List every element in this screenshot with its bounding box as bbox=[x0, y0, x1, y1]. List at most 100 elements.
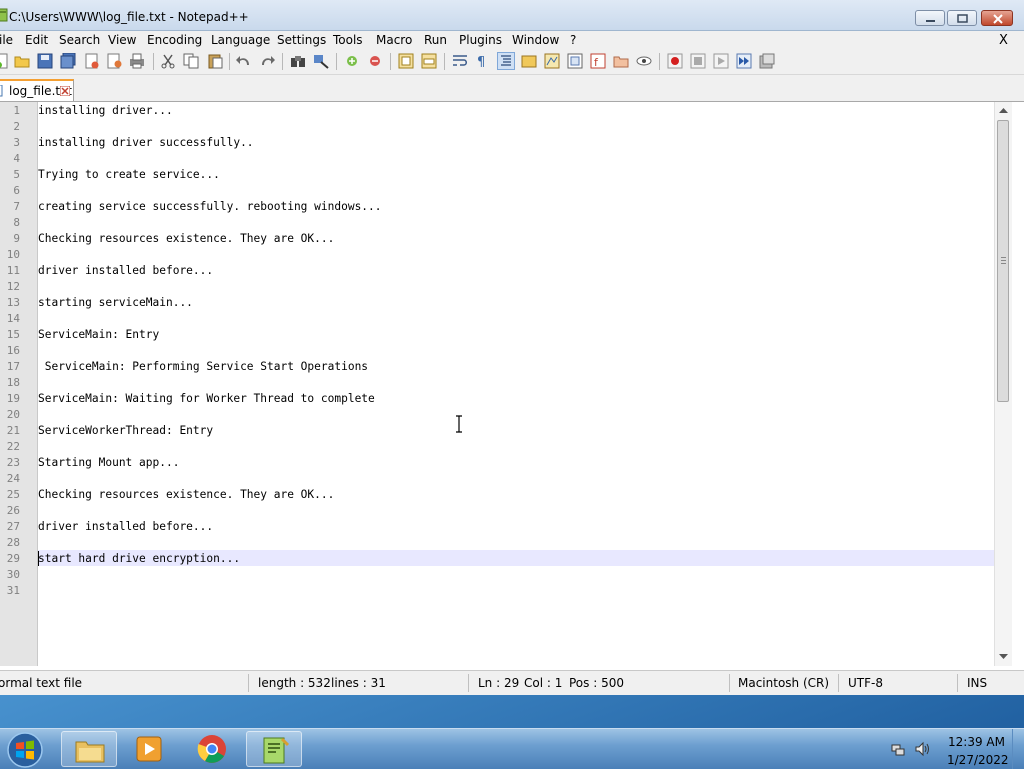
code-line[interactable]: ServiceWorkerThread: Entry bbox=[38, 423, 213, 439]
run-macro-multiple-icon[interactable] bbox=[736, 53, 752, 69]
code-line[interactable]: ServiceMain: Entry bbox=[38, 327, 159, 343]
code-line[interactable]: start hard drive encryption... bbox=[38, 551, 240, 567]
menu-language[interactable]: Language bbox=[211, 33, 270, 47]
close-file-icon[interactable] bbox=[84, 53, 100, 69]
print-icon[interactable] bbox=[129, 53, 145, 69]
indent-guide-icon[interactable] bbox=[497, 52, 515, 70]
menu-help[interactable]: ? bbox=[570, 33, 576, 47]
code-line[interactable]: Starting Mount app... bbox=[38, 455, 179, 471]
ibeam-cursor-icon bbox=[456, 415, 462, 433]
user-language-icon[interactable] bbox=[521, 53, 537, 69]
taskbar-chrome[interactable] bbox=[184, 731, 240, 767]
zoom-out-icon[interactable] bbox=[367, 53, 383, 69]
explorer-icon bbox=[75, 741, 105, 763]
line-number-gutter: 1 2 3 4 5 6 7 8 9 10 11 12 13 14 15 16 17 18 19 20 21 22 23 24 2… bbox=[0, 102, 38, 666]
menu-encoding[interactable]: Encoding bbox=[147, 33, 202, 47]
code-line[interactable]: Checking resources existence. They are O… bbox=[38, 231, 334, 247]
network-icon[interactable] bbox=[890, 741, 906, 757]
play-macro-icon[interactable] bbox=[713, 53, 729, 69]
line-number: 19 bbox=[6, 392, 20, 405]
folder-icon[interactable] bbox=[613, 53, 629, 69]
replace-icon[interactable] bbox=[313, 53, 329, 69]
paste-icon[interactable] bbox=[207, 53, 223, 69]
menu-window[interactable]: Window bbox=[512, 33, 559, 47]
line-number: 14 bbox=[6, 312, 20, 325]
line-number: 30 bbox=[6, 568, 20, 581]
code-line[interactable]: driver installed before... bbox=[38, 263, 213, 279]
toolbar-separator bbox=[336, 53, 337, 70]
monitoring-eye-icon[interactable] bbox=[636, 53, 652, 69]
scrollbar-thumb[interactable] bbox=[997, 120, 1009, 402]
menu-view[interactable]: View bbox=[108, 33, 136, 47]
start-button-icon[interactable] bbox=[6, 731, 44, 769]
status-bar: ormal text file length : 532 lines : 31 … bbox=[0, 670, 1024, 695]
minimize-icon bbox=[926, 20, 935, 22]
undo-icon[interactable] bbox=[236, 53, 252, 69]
code-line[interactable]: installing driver successfully.. bbox=[38, 135, 254, 151]
thumb-grip bbox=[1001, 263, 1006, 264]
close-button[interactable] bbox=[981, 10, 1013, 26]
chrome-icon bbox=[197, 735, 226, 763]
close-document-x[interactable]: X bbox=[999, 33, 1008, 48]
scroll-up-icon[interactable] bbox=[999, 107, 1008, 113]
save-macro-icon[interactable] bbox=[759, 53, 775, 69]
editor-area[interactable]: 1 2 3 4 5 6 7 8 9 10 11 12 13 14 15 16 17 18 19 20 21 22 23 24 2… bbox=[0, 102, 994, 666]
stop-macro-icon[interactable] bbox=[690, 53, 706, 69]
code-line[interactable]: Trying to create service... bbox=[38, 167, 220, 183]
save-all-icon[interactable] bbox=[60, 53, 76, 69]
zoom-in-icon[interactable] bbox=[344, 53, 360, 69]
menu-search[interactable]: Search bbox=[59, 33, 100, 47]
clock-time[interactable]: 12:39 AM bbox=[948, 735, 1005, 749]
close-all-icon[interactable] bbox=[107, 53, 123, 69]
code-line[interactable]: ServiceMain: Waiting for Worker Thread t… bbox=[38, 391, 375, 407]
folder-workspace-icon[interactable]: f bbox=[590, 53, 606, 69]
line-number: 24 bbox=[6, 472, 20, 485]
find-icon[interactable] bbox=[290, 53, 306, 69]
save-icon[interactable] bbox=[37, 53, 53, 69]
tab-bar: log_file.txt bbox=[0, 75, 1024, 102]
code-line[interactable]: Checking resources existence. They are O… bbox=[38, 487, 334, 503]
tab-log-file[interactable]: log_file.txt bbox=[0, 79, 74, 101]
cut-icon[interactable] bbox=[160, 53, 176, 69]
clock-date[interactable]: 1/27/2022 bbox=[947, 753, 1009, 767]
menu-edit[interactable]: Edit bbox=[25, 33, 48, 47]
menu-tools[interactable]: Tools bbox=[333, 33, 363, 47]
line-number: 16 bbox=[6, 344, 20, 357]
menu-run[interactable]: Run bbox=[424, 33, 447, 47]
taskbar-notepadpp[interactable] bbox=[246, 731, 302, 767]
code-line[interactable]: driver installed before... bbox=[38, 519, 213, 535]
taskbar-explorer[interactable] bbox=[61, 731, 117, 767]
record-macro-icon[interactable] bbox=[667, 53, 683, 69]
menu-file[interactable]: ile bbox=[0, 33, 13, 47]
menu-macro[interactable]: Macro bbox=[376, 33, 412, 47]
volume-icon[interactable] bbox=[914, 741, 930, 757]
code-line[interactable]: starting serviceMain... bbox=[38, 295, 193, 311]
word-wrap-icon[interactable] bbox=[452, 53, 468, 69]
line-number: 15 bbox=[6, 328, 20, 341]
sync-vertical-icon[interactable] bbox=[398, 53, 414, 69]
taskbar-media-player[interactable] bbox=[121, 731, 177, 767]
window-title: C:\Users\WWW\log_file.txt - Notepad++ bbox=[9, 10, 249, 24]
tab-close-icon[interactable] bbox=[60, 86, 70, 96]
redo-icon[interactable] bbox=[259, 53, 275, 69]
show-all-characters-icon[interactable]: ¶ bbox=[474, 53, 490, 69]
menu-plugins[interactable]: Plugins bbox=[459, 33, 502, 47]
status-col: Col : 1 bbox=[524, 676, 563, 690]
title-bar[interactable]: C:\Users\WWW\log_file.txt - Notepad++ bbox=[0, 0, 1024, 31]
vertical-scrollbar[interactable] bbox=[994, 102, 1012, 666]
code-line[interactable]: installing driver... bbox=[38, 103, 173, 119]
menu-settings[interactable]: Settings bbox=[277, 33, 326, 47]
minimize-button[interactable] bbox=[915, 10, 945, 26]
new-file-icon[interactable] bbox=[0, 53, 10, 69]
code-line[interactable]: creating service successfully. rebooting… bbox=[38, 199, 382, 215]
open-file-icon[interactable] bbox=[14, 53, 30, 69]
code-line[interactable]: ServiceMain: Performing Service Start Op… bbox=[38, 359, 368, 375]
document-map-icon[interactable] bbox=[544, 53, 560, 69]
function-list-icon[interactable] bbox=[567, 53, 583, 69]
restore-button[interactable] bbox=[947, 10, 977, 26]
copy-icon[interactable] bbox=[183, 53, 199, 69]
scroll-down-icon[interactable] bbox=[999, 654, 1008, 660]
show-desktop-button[interactable] bbox=[1012, 729, 1024, 769]
line-number: 20 bbox=[6, 408, 20, 421]
sync-horizontal-icon[interactable] bbox=[421, 53, 437, 69]
